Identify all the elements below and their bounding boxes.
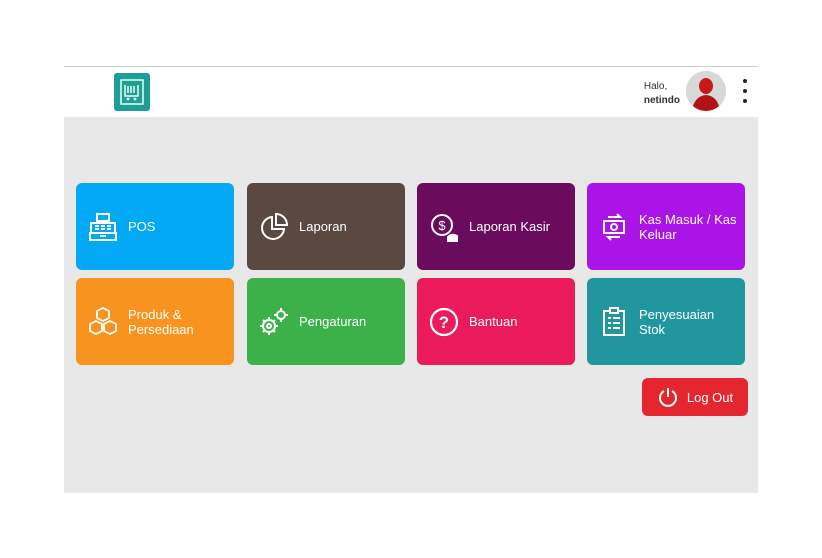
svg-text:$: $ — [438, 218, 446, 233]
tile-pengaturan[interactable]: Pengaturan — [247, 278, 405, 365]
app-logo[interactable] — [114, 73, 150, 111]
gears-icon — [257, 305, 291, 339]
more-menu-icon[interactable] — [742, 79, 748, 103]
tile-label: Laporan — [299, 219, 347, 234]
tile-pos[interactable]: POS — [76, 183, 234, 270]
clipboard-list-icon — [597, 305, 631, 339]
username-text: netindo — [643, 95, 680, 106]
help-icon: ? — [427, 305, 461, 339]
tile-label: Penyesuaian Stok — [639, 306, 715, 337]
cash-register-icon — [86, 210, 120, 244]
power-icon — [658, 388, 677, 407]
tile-produk-persediaan[interactable]: Produk & Persediaan — [76, 278, 234, 365]
logout-button[interactable]: Log Out — [642, 378, 748, 416]
tile-penyesuaian-stok[interactable]: Penyesuaian Stok — [587, 278, 745, 365]
tile-label: POS — [128, 219, 156, 234]
tile-label: Pengaturan — [299, 314, 367, 329]
tile-laporan-kasir[interactable]: $ Laporan Kasir — [417, 183, 575, 270]
tile-label: Laporan Kasir — [469, 219, 550, 234]
money-exchange-icon — [597, 210, 631, 244]
user-avatar-icon — [686, 71, 726, 111]
pie-chart-icon — [257, 210, 291, 244]
tile-label: Produk & Persediaan — [128, 306, 194, 337]
user-greeting: Halo, netindo — [644, 80, 680, 108]
tile-label: Bantuan — [469, 314, 518, 329]
top-bar: Halo, netindo — [64, 67, 758, 117]
logo-icon — [120, 79, 144, 105]
avatar[interactable] — [686, 71, 726, 111]
tile-bantuan[interactable]: ? Bantuan — [417, 278, 575, 365]
boxes-icon — [86, 305, 120, 339]
greeting-text: Halo, — [643, 81, 668, 92]
app-window: Halo, netindo POS Laporan $ Laporan Kasi… — [64, 66, 758, 493]
svg-text:?: ? — [439, 313, 449, 332]
tile-laporan[interactable]: Laporan — [247, 183, 405, 270]
logout-label: Log Out — [686, 389, 734, 405]
tile-kas-masuk-keluar[interactable]: Kas Masuk / Kas Keluar — [587, 183, 745, 270]
tile-label: Kas Masuk / Kas Keluar — [639, 211, 737, 242]
dollar-hand-icon: $ — [427, 210, 461, 244]
